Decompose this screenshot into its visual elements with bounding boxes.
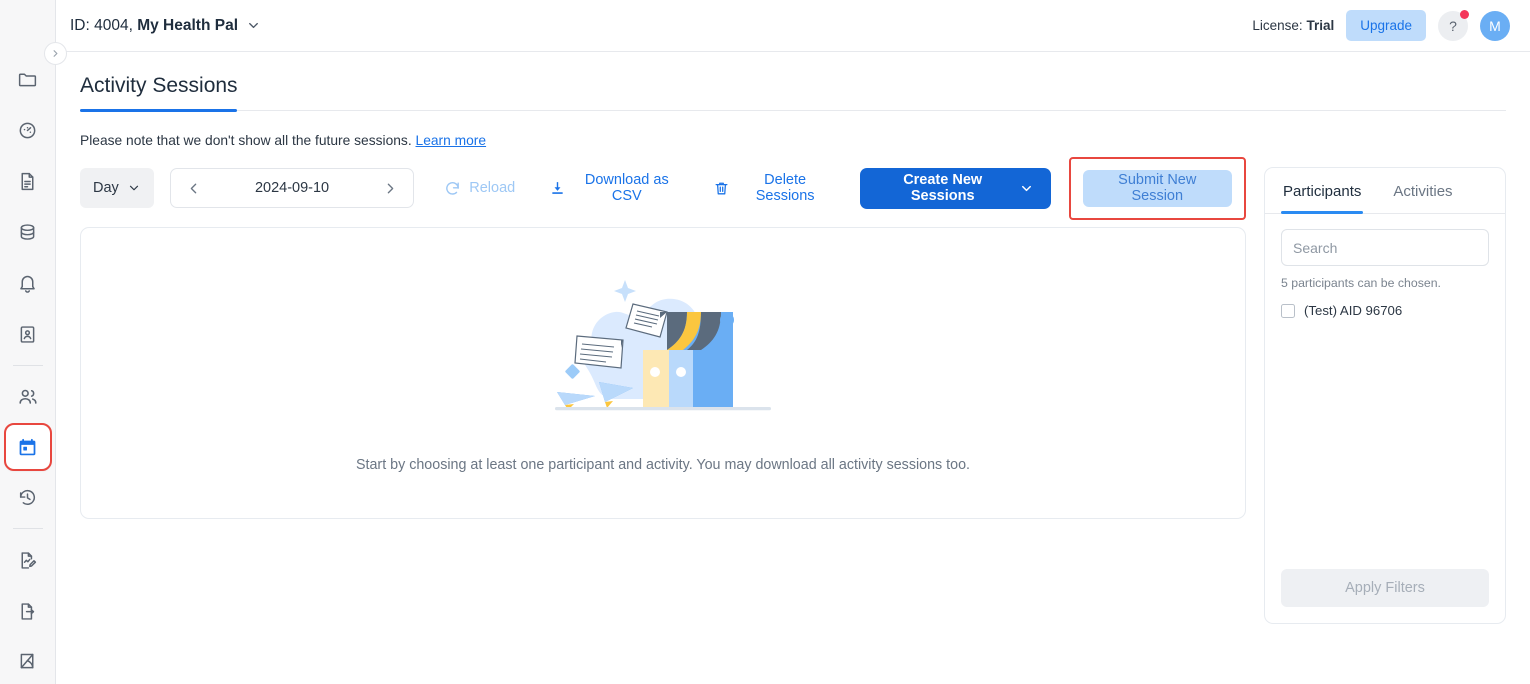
main-body: ID: 4004, My Health Pal License: Trial U… (56, 0, 1530, 684)
granularity-label: Day (93, 180, 119, 196)
date-navigator: 2024-09-10 (170, 168, 414, 208)
account-switcher[interactable]: ID: 4004, My Health Pal (70, 17, 261, 35)
empty-state-message: Start by choosing at least one participa… (356, 457, 970, 473)
tab-participants[interactable]: Participants (1281, 168, 1363, 213)
content-split: Day 2024-09-10 (80, 148, 1506, 684)
date-next-button[interactable] (382, 180, 399, 197)
sessions-toolbar: Day 2024-09-10 (80, 167, 1246, 209)
empty-state-illustration (555, 274, 771, 431)
notification-dot (1460, 10, 1469, 19)
left-sidebar (0, 0, 56, 684)
delete-sessions-button[interactable]: Delete Sessions (713, 172, 831, 204)
clock-rewind-icon (17, 487, 38, 508)
sidebar-divider-2 (13, 528, 43, 529)
upgrade-button[interactable]: Upgrade (1346, 10, 1426, 41)
filters-panel-tabs: Participants Activities (1265, 168, 1505, 214)
participants-hint: 5 participants can be chosen. (1281, 276, 1489, 290)
sidebar-collapse-toggle[interactable] (44, 42, 67, 65)
sidebar-item-document-edit[interactable] (6, 538, 50, 582)
sidebar-item-data[interactable] (6, 211, 50, 255)
funnel-chart-icon (17, 651, 38, 672)
bell-icon (17, 273, 38, 294)
chevron-down-icon (127, 181, 141, 195)
chevron-right-icon (50, 48, 61, 59)
download-csv-button[interactable]: Download as CSV (549, 172, 679, 204)
database-icon (17, 222, 38, 243)
trash-icon (713, 180, 730, 197)
document-edit-icon (17, 550, 38, 571)
refresh-icon (444, 180, 461, 197)
submit-new-session-button[interactable]: Submit New Session (1083, 170, 1232, 207)
granularity-dropdown[interactable]: Day (80, 168, 154, 208)
help-button[interactable]: ? (1438, 11, 1468, 41)
license-status: License: Trial (1252, 18, 1334, 33)
page-title-underline (80, 110, 1506, 111)
sidebar-item-folder[interactable] (6, 58, 50, 102)
header-actions: License: Trial Upgrade ? M (1252, 10, 1510, 41)
create-new-sessions-button[interactable]: Create New Sessions (860, 168, 1051, 209)
avatar[interactable]: M (1480, 11, 1510, 41)
folder-icon (17, 69, 38, 90)
sidebar-item-reports[interactable] (6, 160, 50, 204)
sidebar-item-activity-sessions[interactable] (6, 425, 50, 469)
chevron-down-icon (246, 18, 261, 33)
sidebar-item-analytics[interactable] (6, 640, 50, 684)
sessions-empty-card: Start by choosing at least one participa… (80, 227, 1246, 519)
document-report-icon (17, 171, 38, 192)
question-mark-icon: ? (1449, 18, 1457, 34)
date-value: 2024-09-10 (255, 180, 329, 196)
page-title: Activity Sessions (80, 74, 238, 110)
participant-checkbox[interactable] (1281, 304, 1295, 318)
participant-label: (Test) AID 96706 (1304, 303, 1402, 318)
reload-button[interactable]: Reload (444, 180, 515, 197)
sidebar-item-document-export[interactable] (6, 589, 50, 633)
sidebar-item-alerts[interactable] (6, 262, 50, 306)
filters-panel-body: 5 participants can be chosen. (Test) AID… (1265, 214, 1505, 569)
page-notice: Please note that we don't show all the f… (80, 111, 1506, 148)
delete-sessions-label: Delete Sessions (738, 172, 831, 204)
page-title-row: Activity Sessions (80, 52, 1506, 111)
sidebar-item-participants[interactable] (6, 375, 50, 419)
participant-list-item[interactable]: (Test) AID 96706 (1281, 303, 1489, 318)
notice-text: Please note that we don't show all the f… (80, 133, 412, 148)
calendar-icon (17, 437, 38, 458)
search-input[interactable] (1281, 229, 1489, 266)
people-icon (17, 386, 39, 408)
filters-panel-footer: Apply Filters (1265, 569, 1505, 623)
page-content: Activity Sessions Please note that we do… (56, 52, 1530, 684)
learn-more-link[interactable]: Learn more (416, 133, 487, 148)
sessions-column: Day 2024-09-10 (80, 167, 1246, 684)
gauge-icon (17, 120, 38, 141)
sidebar-item-profiles[interactable] (6, 313, 50, 357)
download-icon (549, 180, 566, 197)
sidebar-divider-1 (13, 365, 43, 366)
date-prev-button[interactable] (185, 180, 202, 197)
sidebar-item-history[interactable] (6, 475, 50, 519)
reload-label: Reload (469, 180, 515, 196)
create-new-sessions-label: Create New Sessions (877, 172, 1009, 204)
id-card-icon (17, 324, 38, 345)
chevron-down-icon (1019, 181, 1034, 196)
submit-new-session-highlight: Submit New Session (1069, 157, 1246, 220)
tab-activities[interactable]: Activities (1391, 168, 1454, 213)
account-label: ID: 4004, My Health Pal (70, 17, 238, 35)
apply-filters-button[interactable]: Apply Filters (1281, 569, 1489, 607)
top-header: ID: 4004, My Health Pal License: Trial U… (56, 0, 1530, 52)
sidebar-item-dashboard[interactable] (6, 109, 50, 153)
download-csv-label: Download as CSV (574, 172, 679, 204)
filters-panel: Participants Activities 5 participants c… (1264, 167, 1506, 624)
document-export-icon (17, 601, 38, 622)
app-root: ID: 4004, My Health Pal License: Trial U… (0, 0, 1530, 684)
